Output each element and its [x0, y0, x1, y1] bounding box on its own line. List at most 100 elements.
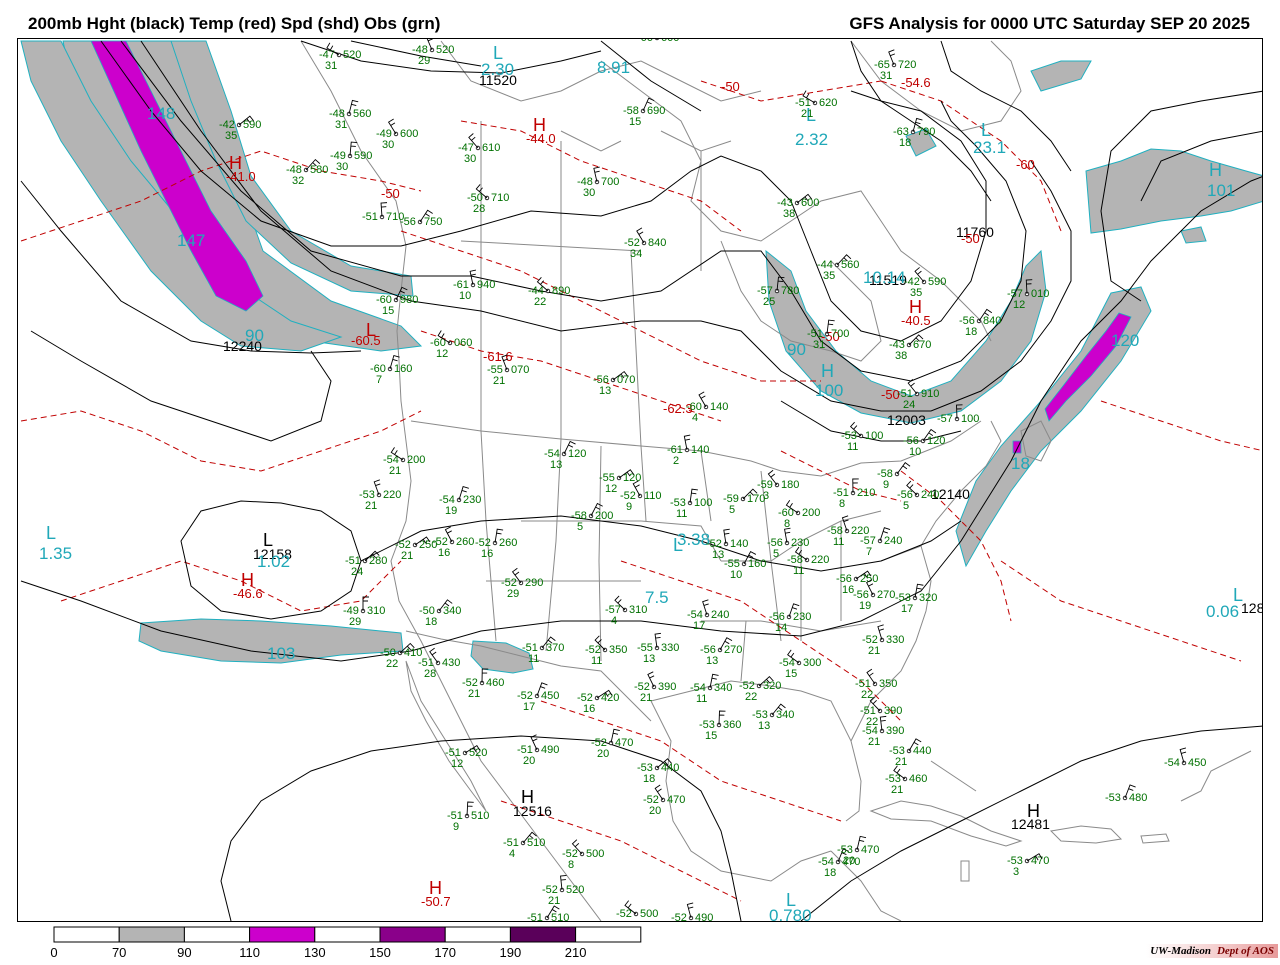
station-value: 350: [609, 644, 627, 656]
station-value: 290: [525, 577, 543, 589]
station-value: 11: [528, 653, 539, 665]
station-value: 450: [541, 690, 559, 702]
station-value: 30: [583, 187, 595, 199]
station-value: 140: [691, 444, 709, 456]
station-value: 15: [785, 668, 797, 680]
station-value: 21: [389, 465, 401, 477]
station-value: 270: [724, 644, 742, 656]
station-value: 240: [884, 535, 902, 547]
station-value: 35: [823, 270, 835, 282]
jet-streak-magenta-atlantic: [1044, 312, 1132, 422]
station-value: 9: [453, 821, 459, 833]
station-value: 16: [583, 703, 595, 715]
low-marker: L: [366, 320, 376, 340]
station-value: 120: [927, 435, 945, 447]
station-value: 5: [577, 521, 583, 533]
station-value: 9: [626, 501, 632, 513]
station-value: 25: [763, 296, 775, 308]
wind-barb: [841, 515, 849, 532]
station-value: 710: [491, 192, 509, 204]
station-value: 20: [523, 755, 535, 767]
high-marker: H: [821, 361, 834, 381]
legend-tick-label: 210: [565, 945, 587, 960]
station-value: 320: [919, 592, 937, 604]
wind-barb: [373, 479, 381, 496]
station-value: 160: [394, 363, 412, 375]
station-value: 610: [482, 142, 500, 154]
station-value: 11: [696, 693, 707, 705]
station-value: 470: [667, 794, 685, 806]
station-value: 590: [354, 150, 372, 162]
station-value: 790: [917, 126, 935, 138]
station-value: 520: [343, 49, 361, 61]
station-value: 8: [568, 859, 574, 871]
station-value: 31: [335, 119, 347, 131]
station-value: 010: [1031, 288, 1049, 300]
station-value: 910: [921, 388, 939, 400]
center-value: 0.06: [1206, 602, 1239, 621]
station-value: 10: [459, 290, 471, 302]
station-value: 13: [758, 720, 770, 732]
station-value: -51: [527, 912, 543, 922]
canada-province-lines: [460, 121, 702, 447]
station-value: 30: [336, 161, 348, 173]
low-marker: L: [981, 120, 991, 140]
wind-barb: [686, 902, 694, 919]
station-value: 22: [534, 296, 546, 308]
station-value: 12: [605, 483, 617, 495]
station-value: 29: [418, 55, 430, 67]
station-value: 840: [983, 315, 1001, 327]
station-value: 18: [643, 773, 655, 785]
center-value: 90: [245, 326, 264, 345]
station-value: 330: [661, 642, 679, 654]
station-value: 700: [831, 328, 849, 340]
station-value: 070: [511, 364, 529, 376]
center-value: 1.02: [257, 552, 290, 571]
legend-tick-label: 150: [369, 945, 391, 960]
credit-dept: Dept of AOS: [1216, 945, 1274, 957]
station-value: 390: [658, 681, 676, 693]
center-value: 18: [1011, 454, 1030, 473]
station-value: 700: [601, 176, 619, 188]
station-value: 450: [1188, 757, 1206, 769]
station-value: 100: [865, 430, 883, 442]
puerto-rico: [1140, 833, 1170, 844]
wind-barb: [784, 527, 791, 544]
station-value: 20: [597, 748, 609, 760]
station-value: 180: [781, 479, 799, 491]
station-value: 260: [499, 537, 517, 549]
station-value: 17: [901, 603, 913, 615]
station-value: 240: [921, 489, 939, 501]
station-value: 270: [877, 589, 895, 601]
center-value: 100: [815, 381, 843, 400]
station-value: 21: [401, 550, 413, 562]
station-value: 280: [369, 555, 387, 567]
station-value: 460: [486, 677, 504, 689]
station-value: 17: [523, 701, 535, 713]
station-observations: -47 52031-48 52029-48 56031-42 59035 -49 60030…: [219, 39, 1206, 922]
station-value: 220: [383, 489, 401, 501]
station-value: 10: [730, 569, 742, 581]
station-value: 340: [714, 682, 732, 694]
legend-tick-label: 170: [434, 945, 456, 960]
high-marker: H: [1027, 801, 1040, 821]
temp-label: -60: [1016, 157, 1035, 172]
high-marker: H: [429, 878, 442, 898]
station-value: 13: [550, 459, 562, 471]
legend-swatch: [509, 926, 577, 943]
station-value: -52: [616, 908, 632, 920]
jet-gray-labrador: [1030, 60, 1092, 92]
station-value: 490: [695, 912, 713, 922]
station-value: -52: [671, 912, 687, 922]
center-value: 23.1: [973, 138, 1006, 157]
map-title: 200mb Hght (black) Temp (red) Spd (shd) …: [28, 14, 441, 33]
station-value: 3: [763, 490, 769, 502]
station-value: 510: [471, 810, 489, 822]
station-value: 14: [775, 622, 787, 634]
station-value: 2: [673, 455, 679, 467]
station-value: 4: [692, 412, 698, 424]
station-value: 22: [861, 689, 873, 701]
legend-tick-label: 190: [500, 945, 522, 960]
temp-label: -61.6: [483, 349, 513, 364]
station-value: 30: [464, 153, 476, 165]
